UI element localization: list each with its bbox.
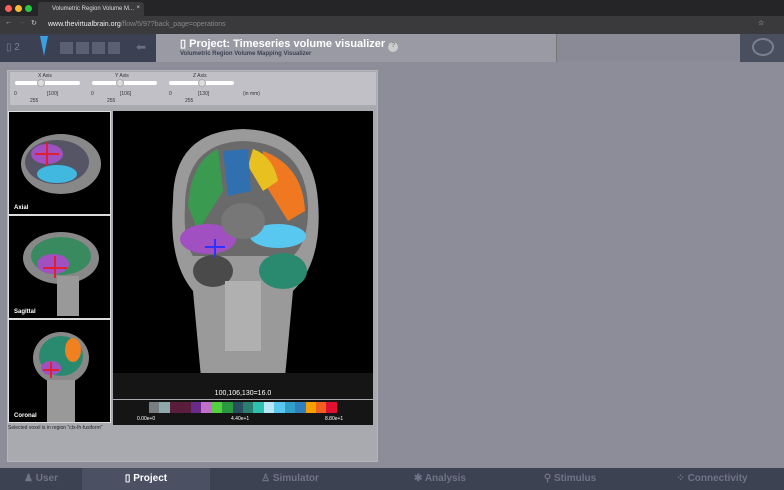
colorbar-swatch bbox=[284, 402, 296, 413]
selected-region-status: Selected voxel is in region "ctx-lh-fusi… bbox=[8, 425, 103, 431]
colorbar-swatch bbox=[305, 402, 316, 413]
bookmark-star-icon[interactable]: ☆ bbox=[758, 19, 764, 27]
nav-label: Analysis bbox=[424, 473, 466, 484]
header-left: ▯ 2 ⬅ bbox=[0, 34, 156, 62]
colorbar-swatch bbox=[253, 402, 264, 413]
colorbar-swatch bbox=[274, 402, 285, 413]
nav-label: User bbox=[35, 473, 58, 484]
browser-tab-bar: Volumetric Region Volume M... × bbox=[0, 0, 784, 16]
axial-view[interactable]: Axial bbox=[8, 111, 111, 215]
colorbar-max-label: 8.80e+1 bbox=[325, 416, 344, 422]
back-icon[interactable]: ← bbox=[5, 19, 12, 26]
slider-value: [106] bbox=[120, 91, 132, 97]
slider-label: Z Axis bbox=[193, 73, 207, 79]
voxel-readout: 100,106,130=16.0 bbox=[113, 373, 373, 399]
back-arrow-icon[interactable]: ⬅ bbox=[136, 40, 146, 54]
nav-user[interactable]: ♟ User bbox=[0, 468, 82, 490]
units-label: (in mm) bbox=[243, 91, 260, 97]
slider-label: Y Axis bbox=[115, 73, 129, 79]
main-brain-image bbox=[172, 129, 319, 399]
nav-label: Simulator bbox=[272, 473, 319, 484]
colorbar-swatch bbox=[190, 402, 202, 413]
coronal-view[interactable]: Coronal bbox=[8, 319, 111, 423]
colorbar: 0.00e+0 4.40e+1 8.80e+1 bbox=[113, 400, 373, 425]
minimize-window-button[interactable] bbox=[15, 5, 22, 12]
slider-handle[interactable] bbox=[37, 79, 45, 87]
colorbar-swatch bbox=[201, 402, 212, 413]
view-label: Axial bbox=[14, 205, 29, 211]
address-bar: ← → ↻ www.thevirtualbrain.org/flow/5/97?… bbox=[0, 16, 784, 34]
slider-max: 255 bbox=[107, 98, 116, 104]
axis-sliders: X Axis 0 [100] 255 Y Axis 0 [106] 255 Z … bbox=[10, 72, 376, 105]
colorbar-gradient bbox=[149, 402, 337, 413]
reload-icon[interactable]: ↻ bbox=[31, 19, 37, 27]
url-input[interactable]: www.thevirtualbrain.org/flow/5/97?back_p… bbox=[42, 19, 762, 31]
bottom-nav: ♟ User ▯ Project ♙ Simulator ✱ Analysis … bbox=[0, 468, 784, 490]
nav-connectivity[interactable]: ⁘ Connectivity bbox=[640, 468, 784, 490]
header-right bbox=[556, 34, 740, 62]
colorbar-swatch bbox=[159, 402, 170, 413]
nav-project[interactable]: ▯ Project bbox=[82, 468, 210, 490]
page-title-text: Project: Timeseries volume visualizer bbox=[189, 38, 386, 50]
nav-label: Project bbox=[133, 473, 168, 484]
colorbar-swatch bbox=[263, 402, 275, 413]
slider-max: 255 bbox=[30, 98, 39, 104]
url-host: www.thevirtualbrain.org bbox=[48, 21, 121, 28]
project-count-value: 2 bbox=[14, 42, 20, 53]
close-window-button[interactable] bbox=[5, 5, 12, 12]
browser-tab[interactable]: Volumetric Region Volume M... × bbox=[38, 2, 144, 16]
sagittal-brain-image bbox=[23, 232, 99, 316]
colorbar-swatch bbox=[211, 402, 223, 413]
colorbar-swatch bbox=[316, 402, 327, 413]
colorbar-swatch bbox=[326, 402, 337, 413]
url-path: /flow/5/97?back_page=operations bbox=[120, 21, 226, 28]
close-tab-icon[interactable]: × bbox=[136, 5, 140, 11]
project-count[interactable]: ▯ 2 bbox=[6, 42, 20, 53]
slider-value: [100] bbox=[47, 91, 59, 97]
coronal-brain-image bbox=[33, 332, 89, 422]
view-label: Coronal bbox=[14, 413, 37, 419]
nav-analysis[interactable]: ✱ Analysis bbox=[380, 468, 500, 490]
colorbar-mid-label: 4.40e+1 bbox=[231, 416, 250, 422]
colorbar-min-label: 0.00e+0 bbox=[137, 416, 156, 422]
tab-title: Volumetric Region Volume M... bbox=[52, 6, 135, 12]
slider-max: 255 bbox=[185, 98, 194, 104]
colorbar-swatch bbox=[180, 402, 191, 413]
slider-track[interactable] bbox=[92, 81, 157, 85]
slider-handle[interactable] bbox=[198, 79, 206, 87]
axial-brain-image bbox=[21, 134, 101, 194]
view-label: Sagittal bbox=[14, 309, 36, 315]
colorbar-swatch bbox=[295, 402, 306, 413]
colorbar-swatch bbox=[232, 402, 243, 413]
page-title: ▯ Project: Timeseries volume visualizer … bbox=[180, 37, 399, 52]
sagittal-view[interactable]: Sagittal bbox=[8, 215, 111, 319]
progress-marker-icon bbox=[40, 36, 48, 56]
menu-grid-icon[interactable] bbox=[60, 42, 120, 54]
slider-min: 0 bbox=[91, 91, 94, 97]
page-subtitle: Volumetric Region Volume Mapping Visuali… bbox=[180, 51, 312, 57]
slider-value: [130] bbox=[198, 91, 210, 97]
brain-logo-icon[interactable] bbox=[740, 34, 784, 62]
forward-icon[interactable]: → bbox=[18, 19, 25, 26]
nav-simulator[interactable]: ♙ Simulator bbox=[210, 468, 370, 490]
colorbar-swatch bbox=[149, 402, 160, 413]
main-coronal-view[interactable] bbox=[113, 111, 373, 399]
colorbar-swatch bbox=[169, 402, 181, 413]
nav-stimulus[interactable]: ⚲ Stimulus bbox=[510, 468, 630, 490]
colorbar-swatch bbox=[222, 402, 233, 413]
nav-label: Stimulus bbox=[553, 473, 597, 484]
slider-min: 0 bbox=[169, 91, 172, 97]
slider-handle[interactable] bbox=[116, 79, 124, 87]
slider-min: 0 bbox=[14, 91, 17, 97]
colorbar-swatch bbox=[242, 402, 254, 413]
nav-label: Connectivity bbox=[687, 473, 748, 484]
slider-track[interactable] bbox=[15, 81, 80, 85]
help-icon[interactable]: ? bbox=[388, 42, 399, 52]
maximize-window-button[interactable] bbox=[25, 5, 32, 12]
